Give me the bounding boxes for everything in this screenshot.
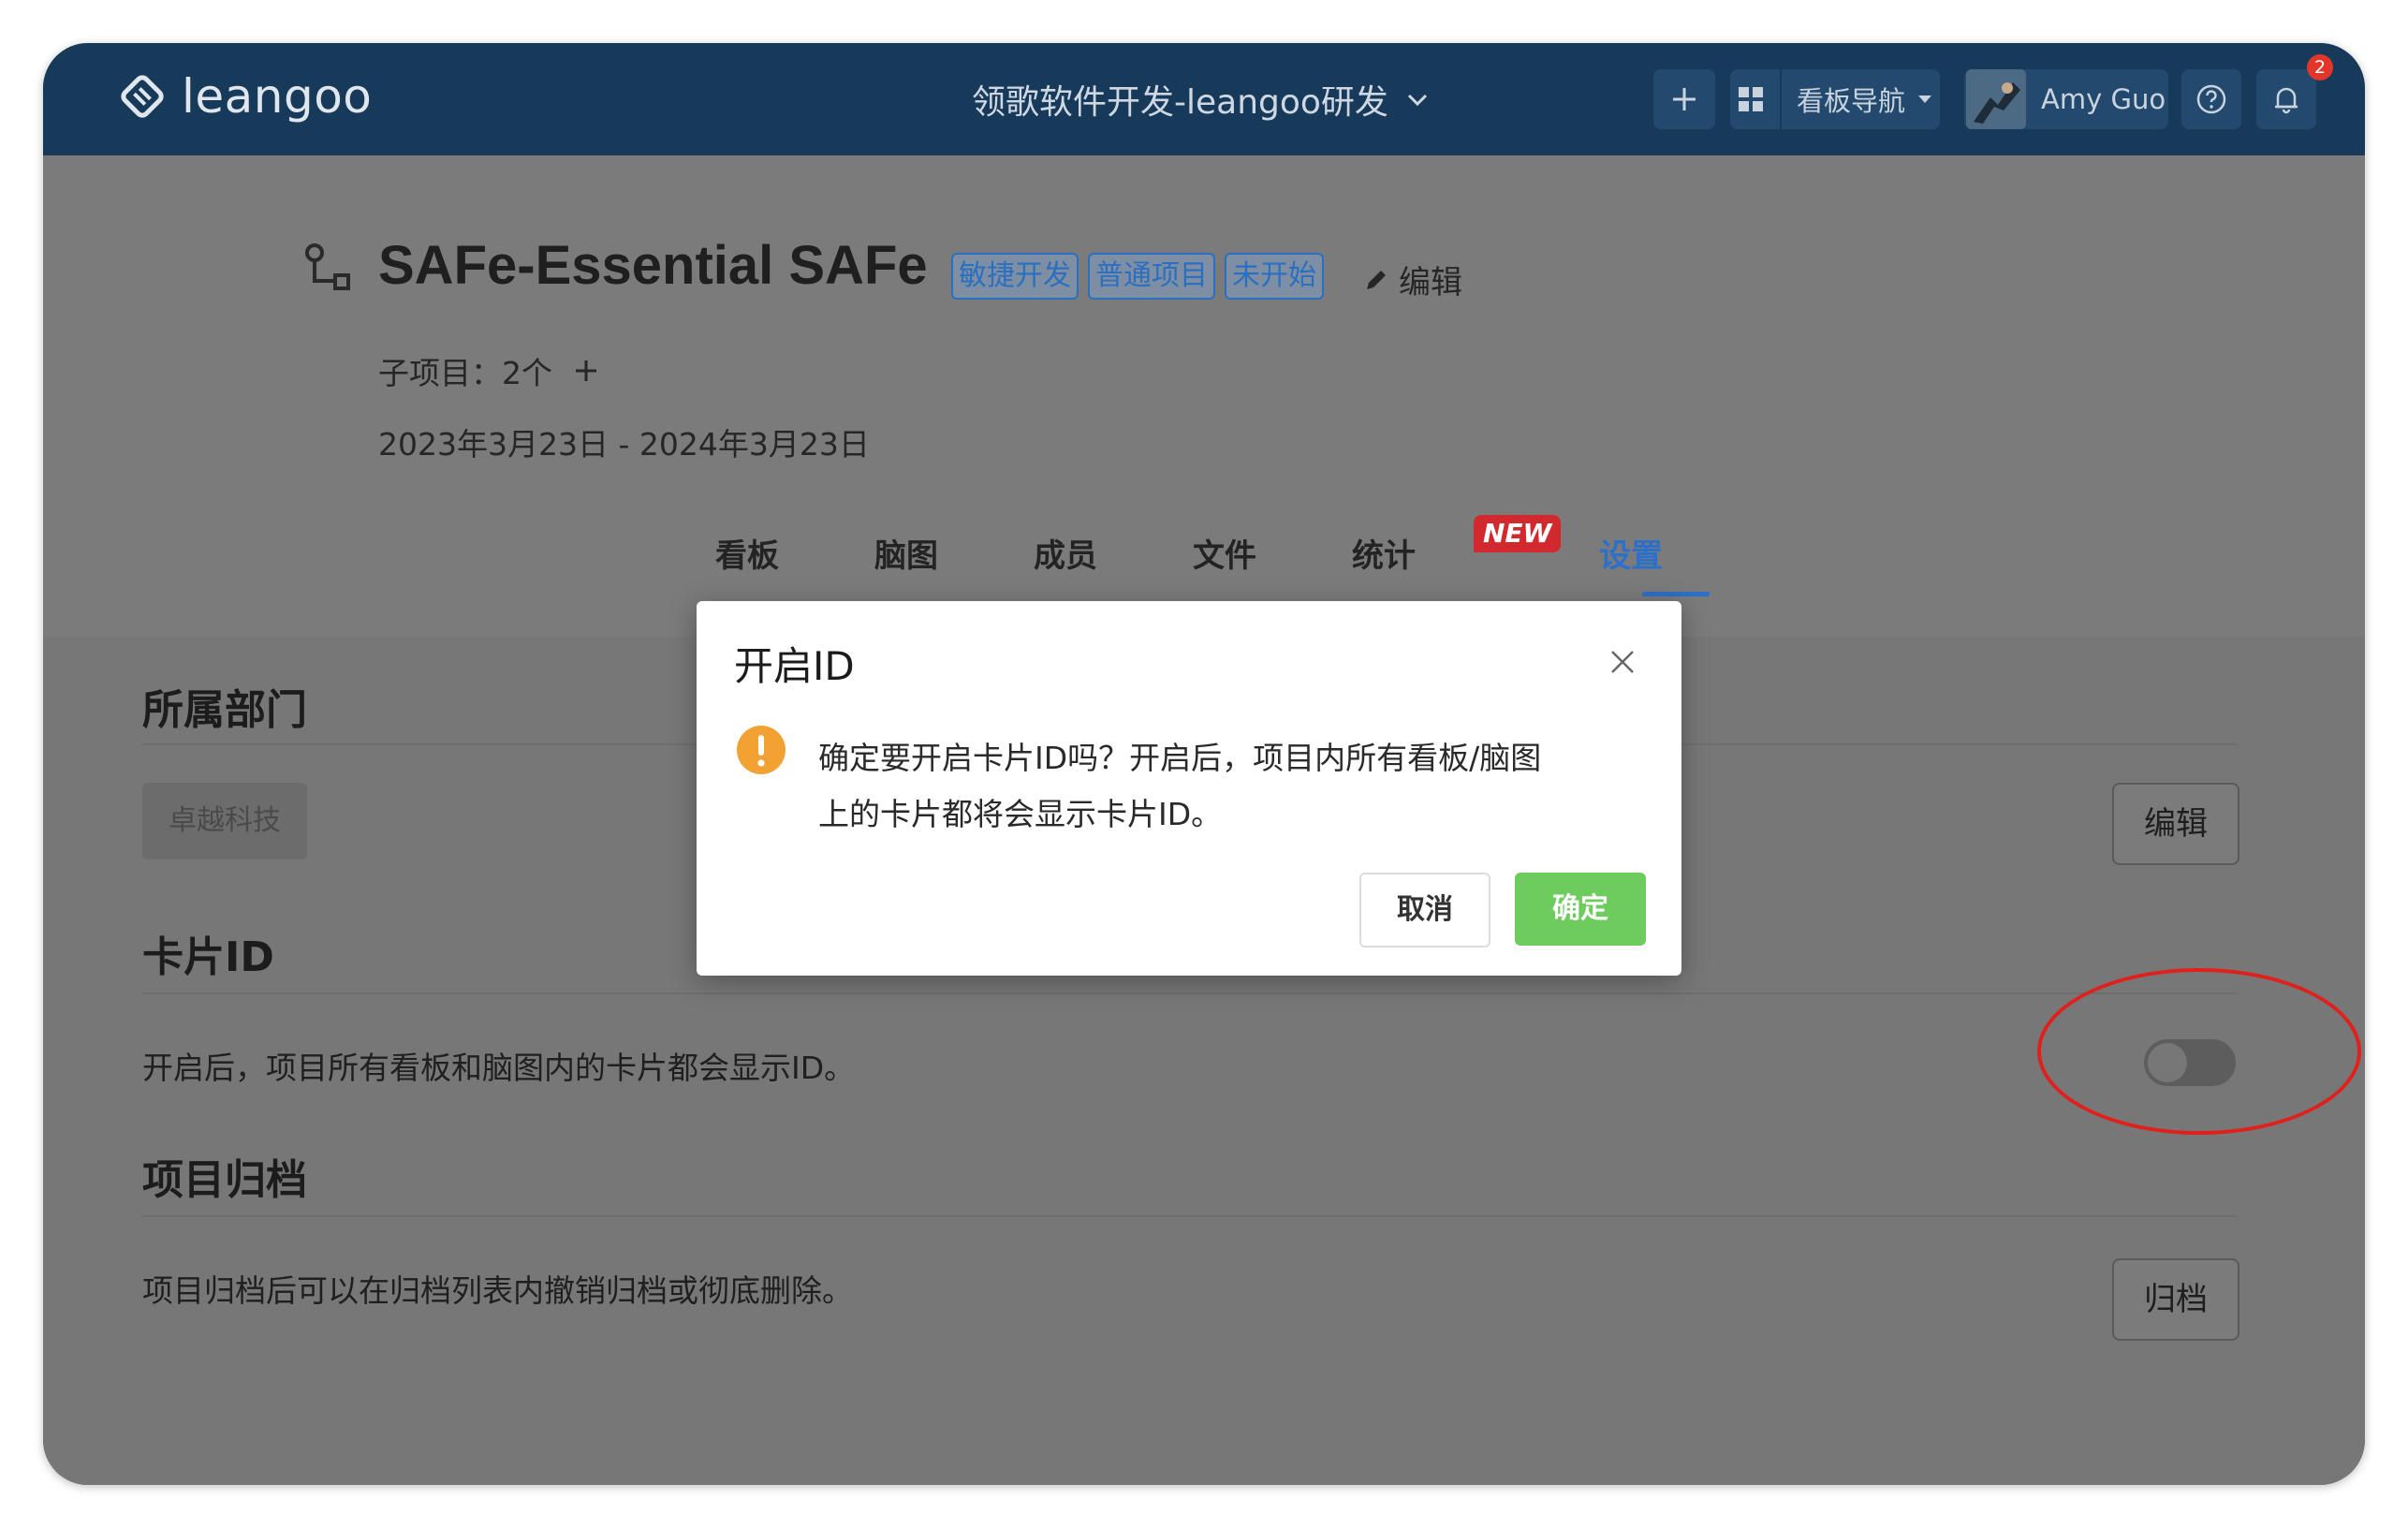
dialog-message-line-2: 上的卡片都将会显示卡片ID。 [818,796,1223,832]
confirm-button[interactable]: 确定 [1515,873,1646,946]
dept-section-title: 所属部门 [142,686,307,734]
tag-agile: 敏捷开发 [951,253,1079,300]
warning-icon [737,726,786,774]
caret-down-icon [1918,96,1931,103]
board-nav-label: 看板导航 [1796,85,1905,117]
board-nav-button[interactable]: 看板导航 [1730,69,1940,129]
bell-icon [2275,87,2298,114]
cancel-button[interactable]: 取消 [1359,873,1490,948]
pencil-icon [1367,270,1386,289]
grid-icon [1738,87,1763,111]
tag-type: 普通项目 [1088,253,1215,300]
leangoo-logo-icon [121,75,164,118]
avatar [1966,69,2026,129]
divider [142,992,2238,994]
project-tree-icon [305,243,350,290]
logo[interactable]: leangoo [116,69,372,124]
top-navbar: leangoo 领歌软件开发-leangoo研发 看板导航 Amy Guo 2 [43,43,2365,155]
archive-description: 项目归档后可以在归档列表内撤销归档或彻底删除。 [142,1272,853,1309]
tab-settings[interactable]: 设置 [1599,530,1663,576]
chevron-down-icon [1407,94,1427,107]
new-badge: NEW [1474,515,1562,552]
edit-project-link[interactable]: 编辑 [1363,257,1462,302]
dialog-title: 开启ID [734,643,855,689]
card-id-section-title: 卡片ID [142,933,274,981]
subproject-count: 子项目：2个 [378,348,599,393]
tab-stats[interactable]: 统计 [1352,530,1416,576]
active-tab-indicator [1642,592,1710,596]
logo-text: leangoo [182,69,373,124]
dept-chip: 卓越科技 [142,783,307,860]
project-title: SAFe-Essential SAFe [378,235,928,296]
edit-label: 编辑 [1399,264,1462,301]
notifications-button[interactable] [2256,69,2316,129]
project-switcher-label: 领歌软件开发-leangoo研发 [972,83,1388,122]
add-subproject-icon[interactable] [573,358,599,384]
archive-section-title: 项目归档 [142,1156,307,1204]
question-circle-icon [2196,84,2226,114]
divider [142,1215,2238,1217]
archive-button[interactable]: 归档 [2112,1258,2239,1341]
plus-icon [1673,88,1696,110]
project-dates: 2023年3月23日 - 2024年3月23日 [378,426,870,463]
user-menu[interactable]: Amy Guo [1964,69,2168,129]
avatar-image-icon [1966,69,2026,129]
dialog-message: 确定要开启卡片ID吗？开启后，项目内所有看板/脑图 上的卡片都将会显示卡片ID。 [818,730,1623,843]
tab-members[interactable]: 成员 [1034,530,1097,576]
user-name: Amy Guo [2041,83,2166,115]
tab-board[interactable]: 看板 [715,530,779,576]
project-tabs: 看板 脑图 成员 文件 统计 设置 [43,530,2365,605]
subproject-label: 子项目：2个 [378,355,552,391]
project-switcher[interactable]: 领歌软件开发-leangoo研发 [972,75,1430,124]
app-window: leangoo 领歌软件开发-leangoo研发 看板导航 Amy Guo 2 … [43,43,2365,1485]
tab-mindmap[interactable]: 脑图 [874,530,938,576]
separator [1779,69,1782,129]
help-button[interactable] [2181,69,2241,129]
notification-badge: 2 [2307,54,2333,81]
tag-status: 未开始 [1225,253,1324,300]
add-button[interactable] [1653,69,1715,129]
highlight-annotation [2037,968,2361,1135]
dialog-message-line-1: 确定要开启卡片ID吗？开启后，项目内所有看板/脑图 [818,740,1542,776]
tab-files[interactable]: 文件 [1193,530,1256,576]
edit-dept-button[interactable]: 编辑 [2112,783,2239,865]
card-id-description: 开启后，项目所有看板和脑图内的卡片都会显示ID。 [142,1050,856,1086]
close-icon[interactable] [1608,648,1637,676]
confirm-dialog: 开启ID 确定要开启卡片ID吗？开启后，项目内所有看板/脑图 上的卡片都将会显示… [697,601,1681,976]
